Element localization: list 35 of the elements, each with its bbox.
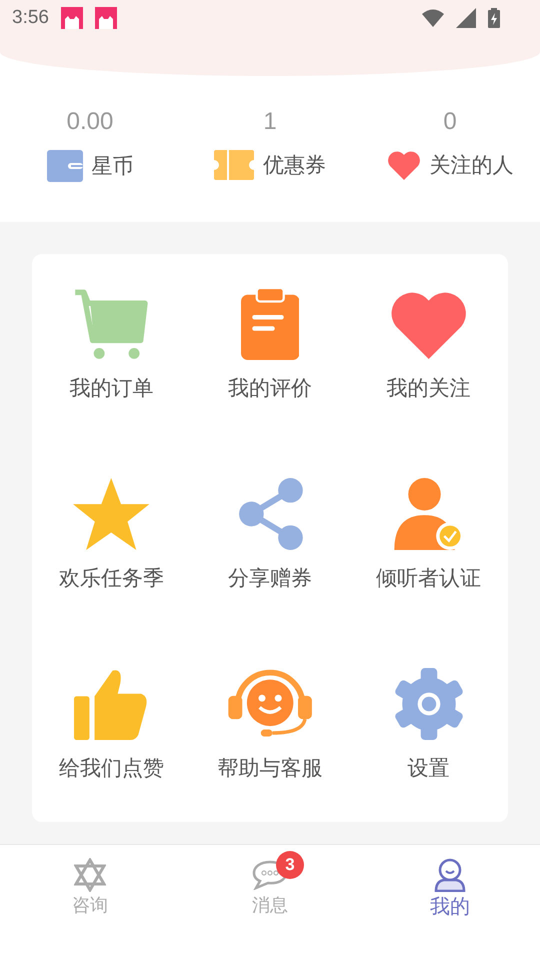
nav-tab[interactable]: 我的 xyxy=(360,845,540,920)
person-icon xyxy=(434,858,466,892)
wifi-icon xyxy=(422,9,444,27)
stat-value: 0.00 xyxy=(66,108,114,136)
ticket-icon xyxy=(214,150,254,180)
menu-item[interactable]: 给我们点赞 xyxy=(58,754,164,782)
stat-label[interactable]: 星币 xyxy=(92,152,134,180)
menu-item[interactable]: 我的评价 xyxy=(228,374,312,402)
stat-value: 1 xyxy=(263,108,277,136)
notification-icon xyxy=(60,7,83,29)
thumbs-up-icon xyxy=(74,668,149,740)
clipboard-icon xyxy=(240,288,300,360)
stat-label[interactable]: 优惠券 xyxy=(263,151,326,179)
signal-icon xyxy=(456,8,476,28)
share-icon xyxy=(237,478,303,550)
stat-value: 0 xyxy=(443,108,457,136)
menu-item[interactable]: 分享赠券 xyxy=(228,564,312,592)
menu-item[interactable]: 我的关注 xyxy=(386,374,471,402)
settings-icon xyxy=(392,668,465,740)
wallet-icon xyxy=(46,150,82,182)
heart-icon xyxy=(386,150,420,180)
hexagram-icon xyxy=(74,858,106,892)
nav-tab[interactable]: 3 消息 xyxy=(180,845,360,917)
menu-item[interactable]: 帮助与客服 xyxy=(217,754,322,782)
menu-item[interactable]: 设置 xyxy=(408,754,450,782)
menu-item[interactable]: 欢乐任务季 xyxy=(58,564,164,592)
star-icon xyxy=(73,478,150,550)
stat-label[interactable]: 关注的人 xyxy=(430,151,514,179)
menu-item[interactable]: 倾听者认证 xyxy=(376,564,482,592)
cart-icon xyxy=(73,288,150,360)
status-time: 3:56 xyxy=(12,7,49,29)
menu-item[interactable]: 我的订单 xyxy=(69,374,154,402)
unread-badge: 3 xyxy=(276,851,304,879)
notification-icon xyxy=(94,7,117,29)
battery-icon xyxy=(488,8,500,28)
